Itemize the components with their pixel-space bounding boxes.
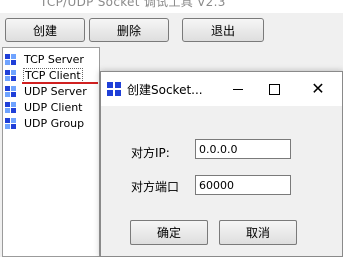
tree-item-udp-client[interactable]: UDP Client	[5, 100, 84, 115]
close-button[interactable]: ✕	[303, 77, 333, 101]
minimize-icon	[233, 88, 243, 90]
socket-node-icon	[5, 102, 16, 113]
exit-button[interactable]: 退出	[182, 18, 264, 42]
create-button[interactable]: 创建	[5, 18, 85, 42]
close-icon: ✕	[311, 79, 325, 98]
socket-node-icon	[5, 70, 16, 81]
socket-node-icon	[5, 118, 16, 129]
tree-item-label: TCP Client	[23, 68, 83, 83]
ip-label: 对方IP:	[131, 146, 170, 160]
selection-indicator-line	[22, 82, 98, 84]
tree-item-label: UDP Server	[24, 85, 87, 98]
tree-item-tcp-client[interactable]: TCP Client	[5, 68, 83, 83]
tree-item-udp-group[interactable]: UDP Group	[5, 116, 85, 131]
app-icon	[107, 82, 121, 96]
main-window-title-bar: TCP/UDP Socket 调试工具 V2.3	[0, 0, 343, 13]
port-label: 对方端口	[131, 180, 180, 194]
main-window-title: TCP/UDP Socket 调试工具 V2.3	[40, 0, 226, 9]
dialog-title-bar[interactable]: 创建Socket... ✕	[101, 72, 342, 106]
delete-button[interactable]: 删除	[89, 18, 169, 42]
ip-input[interactable]	[195, 139, 291, 159]
minimize-button[interactable]	[223, 77, 253, 101]
create-socket-dialog: 创建Socket... ✕ 对方IP: 对方端口 确定 取消	[100, 71, 343, 257]
socket-type-tree: TCP Server TCP Client UDP Server UDP Cli…	[2, 47, 100, 257]
dialog-title: 创建Socket...	[127, 83, 203, 97]
tree-item-label: UDP Group	[24, 117, 85, 130]
confirm-button[interactable]: 确定	[130, 220, 208, 245]
socket-node-icon	[5, 54, 16, 65]
port-input[interactable]	[195, 175, 291, 195]
maximize-button[interactable]	[259, 77, 289, 101]
maximize-icon	[268, 83, 280, 95]
toolbar: 创建 删除 退出	[0, 13, 343, 47]
tree-item-udp-server[interactable]: UDP Server	[5, 84, 88, 99]
socket-node-icon	[5, 86, 16, 97]
tree-item-label: TCP Server	[24, 53, 84, 66]
tree-item-tcp-server[interactable]: TCP Server	[5, 52, 85, 67]
cancel-button[interactable]: 取消	[219, 220, 297, 245]
tree-item-label: UDP Client	[24, 101, 83, 114]
